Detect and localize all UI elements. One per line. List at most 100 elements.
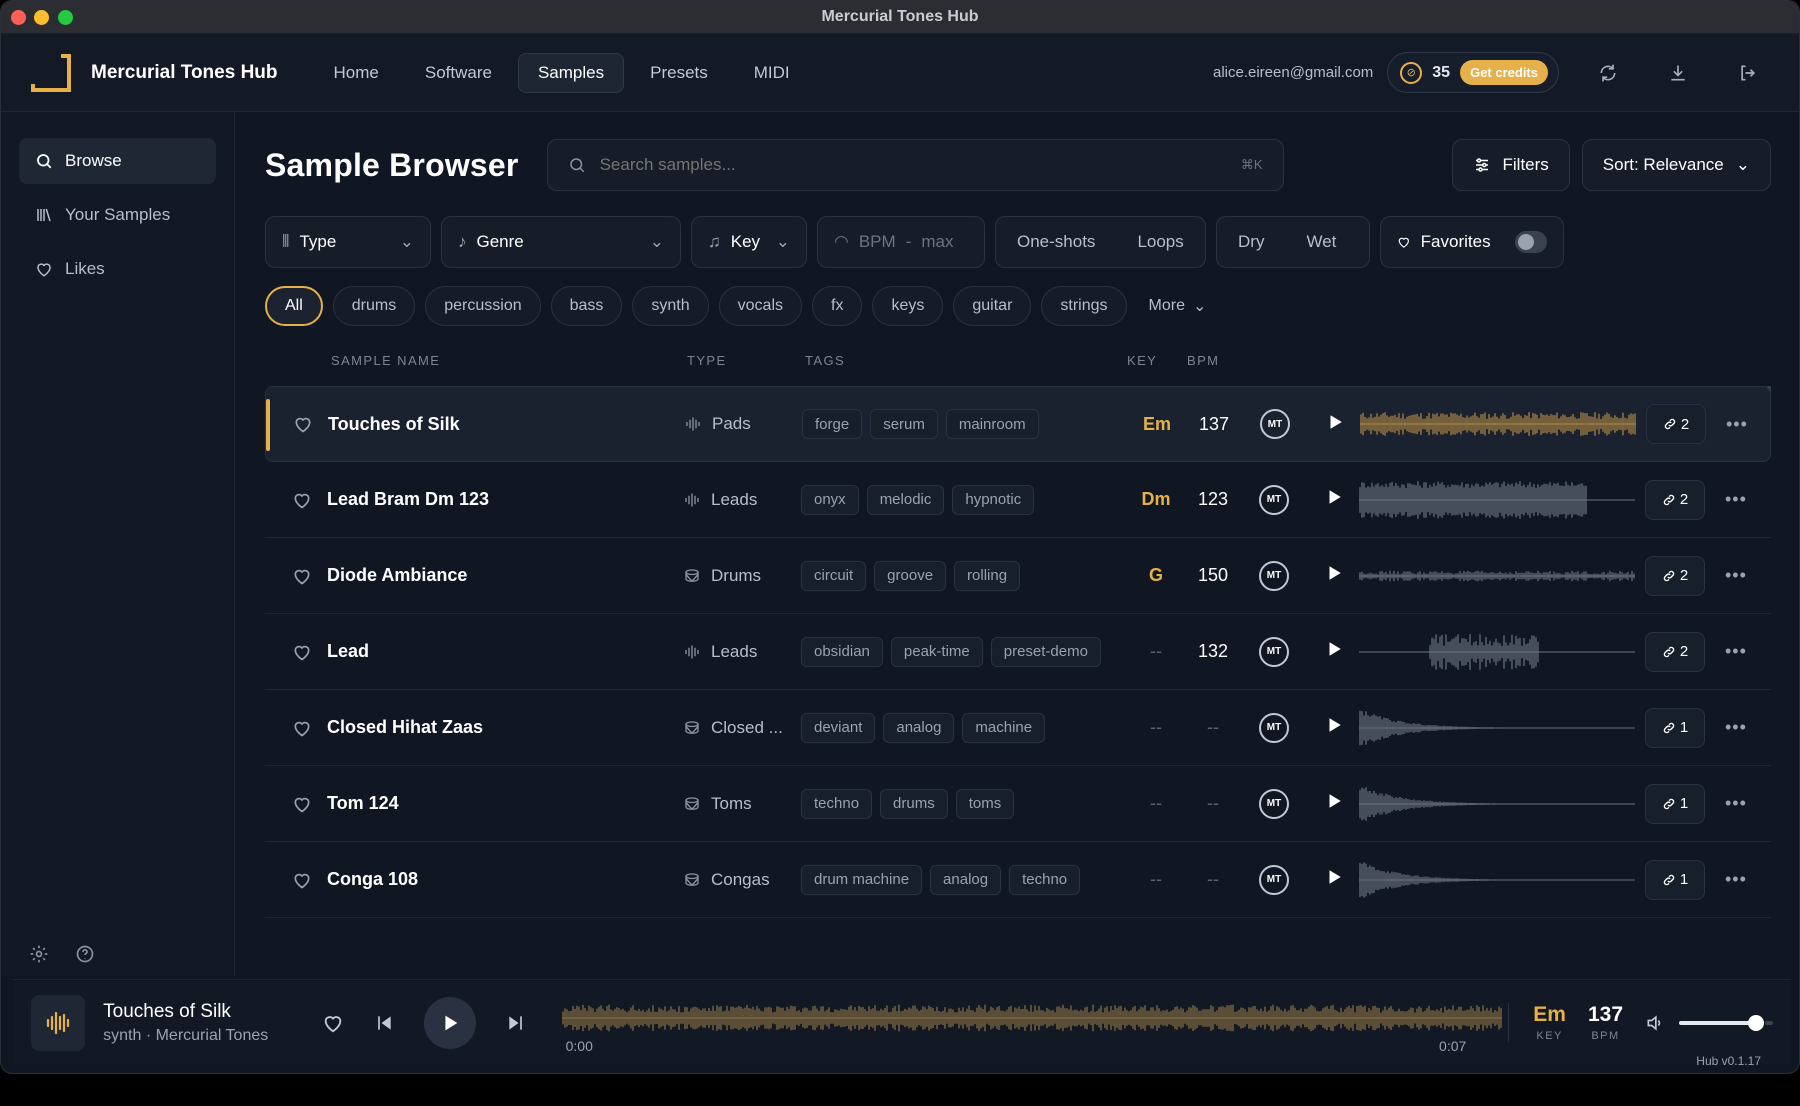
chip-keys[interactable]: keys bbox=[872, 286, 944, 326]
sample-waveform[interactable] bbox=[1360, 404, 1636, 444]
table-row[interactable]: Conga 108 Congas drum machine analog techno -… bbox=[265, 842, 1771, 918]
chip-synth[interactable]: synth bbox=[632, 286, 709, 326]
sidebar-item-likes[interactable]: Likes bbox=[19, 246, 216, 292]
link-count-button[interactable]: 1 bbox=[1645, 707, 1705, 748]
sample-waveform[interactable] bbox=[1359, 784, 1635, 824]
play-icon[interactable] bbox=[1326, 413, 1344, 436]
skip-back-icon[interactable] bbox=[374, 1013, 394, 1033]
col-key[interactable]: KEY bbox=[1127, 353, 1187, 368]
table-row[interactable]: Lead Leads obsidian peak-time preset-demo -- 1… bbox=[265, 614, 1771, 690]
key-filter[interactable]: ♫ Key ⌄ bbox=[691, 216, 807, 268]
sample-tag[interactable]: analog bbox=[883, 712, 955, 743]
chip-all[interactable]: All bbox=[265, 286, 323, 326]
nav-home[interactable]: Home bbox=[314, 53, 399, 93]
play-icon[interactable] bbox=[1325, 716, 1343, 739]
help-icon[interactable] bbox=[75, 944, 95, 964]
chip-vocals[interactable]: vocals bbox=[718, 286, 803, 326]
download-icon[interactable] bbox=[1657, 52, 1699, 94]
nav-software[interactable]: Software bbox=[405, 53, 512, 93]
col-sample-name[interactable]: SAMPLE NAME bbox=[331, 353, 687, 368]
refresh-icon[interactable] bbox=[1587, 52, 1629, 94]
table-row[interactable]: Closed Hihat Zaas Closed ... deviant analog… bbox=[265, 690, 1771, 766]
get-credits-button[interactable]: Get credits bbox=[1460, 60, 1548, 85]
sample-tag[interactable]: analog bbox=[930, 864, 1002, 895]
chip-strings[interactable]: strings bbox=[1041, 286, 1127, 326]
sample-tag[interactable]: rolling bbox=[954, 560, 1021, 591]
chip-fx[interactable]: fx bbox=[812, 286, 863, 326]
sample-tag[interactable]: machine bbox=[962, 712, 1046, 743]
oneshots-option[interactable]: One-shots bbox=[996, 232, 1116, 252]
search-input[interactable] bbox=[599, 155, 1227, 175]
more-options-icon[interactable]: ••• bbox=[1725, 489, 1747, 510]
bpm-filter[interactable]: ◠ BPM - max bbox=[817, 216, 985, 268]
favorite-heart-icon[interactable] bbox=[277, 490, 327, 510]
play-icon[interactable] bbox=[1325, 640, 1343, 663]
sample-tag[interactable]: deviant bbox=[801, 712, 876, 743]
more-options-icon[interactable]: ••• bbox=[1726, 414, 1748, 435]
sample-waveform[interactable] bbox=[1359, 556, 1635, 596]
sample-tag[interactable]: peak-time bbox=[890, 636, 983, 667]
player-waveform[interactable]: 0:00 0:07 bbox=[561, 988, 1502, 1058]
loops-option[interactable]: Loops bbox=[1116, 232, 1204, 252]
link-count-button[interactable]: 2 bbox=[1645, 631, 1705, 672]
chip-guitar[interactable]: guitar bbox=[953, 286, 1032, 326]
chip-bass[interactable]: bass bbox=[550, 286, 623, 326]
sample-waveform[interactable] bbox=[1359, 632, 1635, 672]
link-count-button[interactable]: 1 bbox=[1645, 783, 1705, 824]
nav-midi[interactable]: MIDI bbox=[734, 53, 810, 93]
minimize-window-button[interactable] bbox=[34, 10, 49, 25]
table-row[interactable]: Lead Bram Dm 123 Leads onyx melodic hypnotic… bbox=[265, 462, 1771, 538]
favorites-filter[interactable]: Favorites bbox=[1380, 216, 1564, 268]
play-icon[interactable] bbox=[1325, 868, 1343, 891]
table-row[interactable]: Tom 124 Toms techno drums toms -- -- MT 1 ••• bbox=[265, 766, 1771, 842]
nav-samples[interactable]: Samples bbox=[517, 52, 625, 93]
more-chips-button[interactable]: More ⌄ bbox=[1137, 296, 1219, 316]
wet-option[interactable]: Wet bbox=[1285, 232, 1357, 252]
favorite-heart-icon[interactable] bbox=[277, 870, 327, 890]
sample-tag[interactable]: melodic bbox=[866, 484, 945, 515]
play-button[interactable] bbox=[423, 996, 476, 1049]
dry-option[interactable]: Dry bbox=[1217, 232, 1285, 252]
more-options-icon[interactable]: ••• bbox=[1725, 565, 1747, 586]
favorite-heart-icon[interactable] bbox=[278, 414, 328, 434]
sidebar-item-browse[interactable]: Browse bbox=[19, 138, 216, 184]
sample-tag[interactable]: techno bbox=[1009, 864, 1081, 895]
bpm-min-input[interactable]: BPM bbox=[859, 232, 896, 252]
more-options-icon[interactable]: ••• bbox=[1725, 793, 1747, 814]
volume-icon[interactable] bbox=[1645, 1013, 1665, 1033]
more-options-icon[interactable]: ••• bbox=[1725, 869, 1747, 890]
link-count-button[interactable]: 2 bbox=[1646, 404, 1706, 444]
link-count-button[interactable]: 2 bbox=[1645, 479, 1705, 520]
sample-tag[interactable]: techno bbox=[801, 788, 873, 819]
genre-filter[interactable]: ♪ Genre ⌄ bbox=[441, 216, 681, 268]
sample-tag[interactable]: groove bbox=[874, 560, 947, 591]
favorite-heart-icon[interactable] bbox=[277, 718, 327, 738]
sort-dropdown[interactable]: Sort: Relevance ⌄ bbox=[1581, 139, 1771, 191]
col-type[interactable]: TYPE bbox=[687, 353, 805, 368]
volume-slider[interactable] bbox=[1679, 1014, 1765, 1031]
sample-waveform[interactable] bbox=[1359, 860, 1635, 900]
brand-logo[interactable] bbox=[31, 53, 71, 92]
like-heart-icon[interactable] bbox=[322, 1012, 344, 1034]
sample-tag[interactable]: circuit bbox=[801, 560, 867, 591]
chip-drums[interactable]: drums bbox=[332, 286, 416, 326]
chip-percussion[interactable]: percussion bbox=[425, 286, 541, 326]
sample-tag[interactable]: drums bbox=[880, 788, 948, 819]
link-count-button[interactable]: 2 bbox=[1645, 555, 1705, 596]
sample-tag[interactable]: obsidian bbox=[801, 636, 883, 667]
link-count-button[interactable]: 1 bbox=[1645, 859, 1705, 900]
sample-waveform[interactable] bbox=[1359, 480, 1635, 520]
logout-icon[interactable] bbox=[1727, 52, 1769, 94]
sample-tag[interactable]: toms bbox=[955, 788, 1015, 819]
col-bpm[interactable]: BPM bbox=[1187, 353, 1237, 368]
filters-button[interactable]: Filters bbox=[1451, 139, 1570, 191]
sample-tag[interactable]: serum bbox=[870, 409, 938, 439]
nav-presets[interactable]: Presets bbox=[630, 53, 728, 93]
sample-tag[interactable]: forge bbox=[802, 409, 863, 439]
table-row[interactable]: Touches of Silk Pads forge serum mainroom Em 1… bbox=[265, 386, 1771, 462]
play-icon[interactable] bbox=[1325, 792, 1343, 815]
sample-waveform[interactable] bbox=[1359, 708, 1635, 748]
close-window-button[interactable] bbox=[11, 10, 26, 25]
sample-tag[interactable]: mainroom bbox=[945, 409, 1039, 439]
search-bar[interactable]: ⌘K bbox=[546, 139, 1284, 191]
